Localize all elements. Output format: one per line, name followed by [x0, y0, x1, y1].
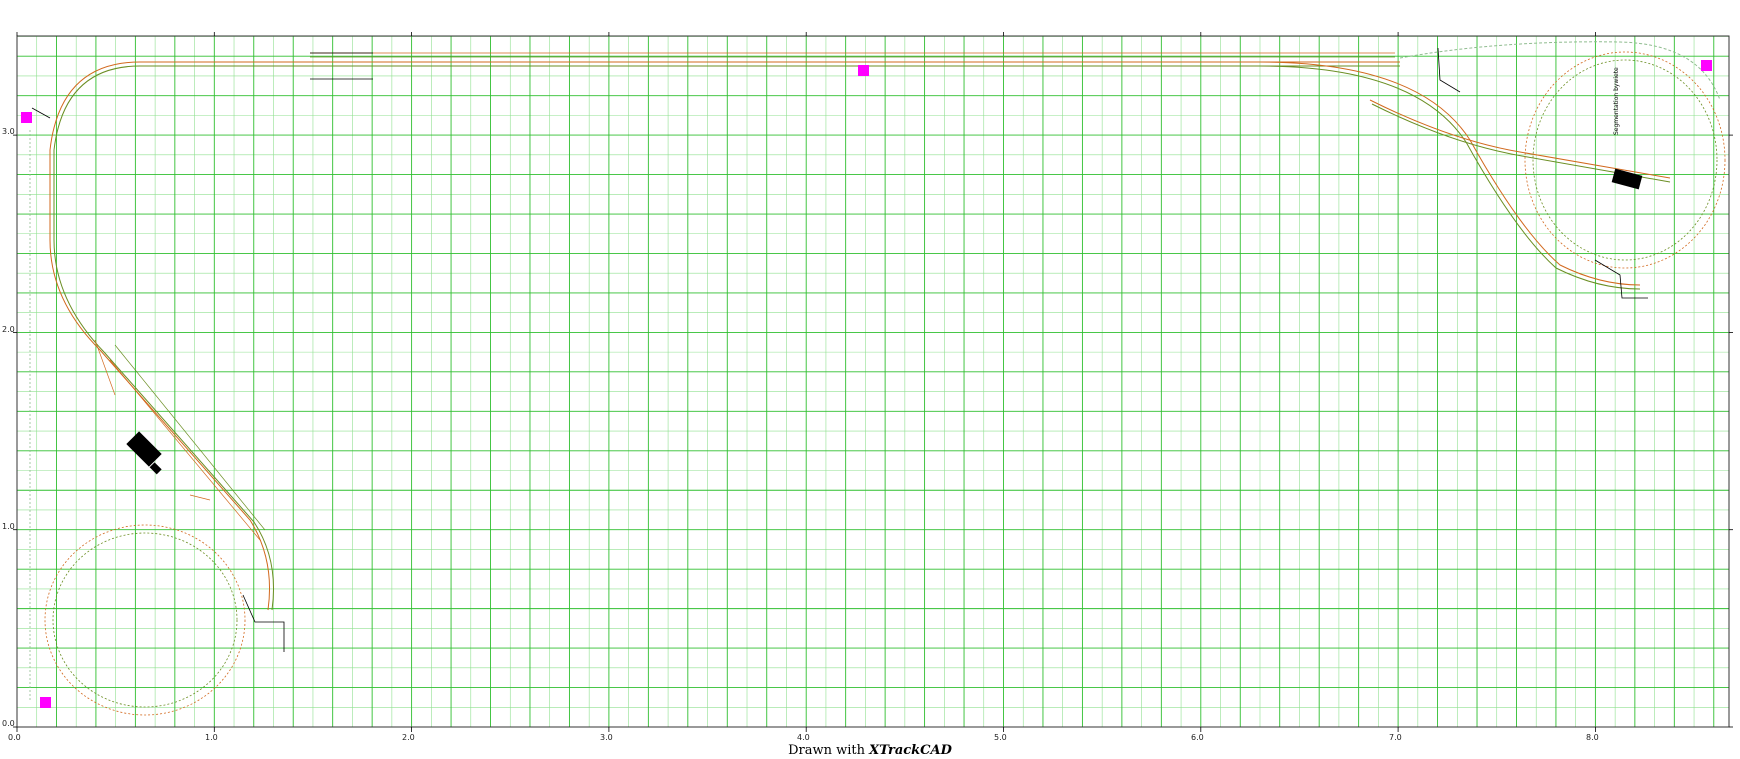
x-tick-label: 7.0	[1389, 733, 1402, 742]
building-right	[1611, 168, 1643, 190]
y-tick-label: 1.0	[2, 522, 15, 531]
marker-top-right	[1701, 60, 1712, 71]
x-tick-label: 5.0	[994, 733, 1007, 742]
x-tick-label: 3.0	[600, 733, 613, 742]
marker-bottom-left	[40, 697, 51, 708]
y-tick-label: 2.0	[2, 325, 15, 334]
footer-credit: Drawn with XTrackCAD	[0, 743, 1740, 758]
vertical-label: Segmentation bywiete	[1613, 67, 1620, 135]
y-tick-label: 0.0	[2, 719, 15, 728]
x-tick-label: 6.0	[1191, 733, 1204, 742]
layout-border	[16, 35, 1730, 728]
marker-top-center	[858, 65, 869, 76]
axis-ticks	[13, 32, 1733, 732]
footer-prefix: Drawn with	[788, 743, 870, 758]
footer-brand: XTrackCAD	[869, 743, 952, 758]
y-tick-label: 3.0	[2, 127, 15, 136]
marker-top-left	[21, 112, 32, 123]
building-left	[126, 431, 162, 467]
grid-major	[16, 36, 1729, 728]
x-tick-label: 1.0	[205, 733, 218, 742]
track-plan-canvas: 0.0 1.0 2.0 3.0 4.0 5.0 6.0 7.0 8.0 0.0 …	[2, 32, 1733, 742]
grid-minor	[17, 36, 1729, 727]
x-tick-label: 8.0	[1586, 733, 1599, 742]
structures	[126, 168, 1643, 475]
x-tick-label: 2.0	[402, 733, 415, 742]
x-tick-label: 0.0	[8, 733, 21, 742]
x-tick-label: 4.0	[797, 733, 810, 742]
track-feeders	[31, 47, 1648, 652]
